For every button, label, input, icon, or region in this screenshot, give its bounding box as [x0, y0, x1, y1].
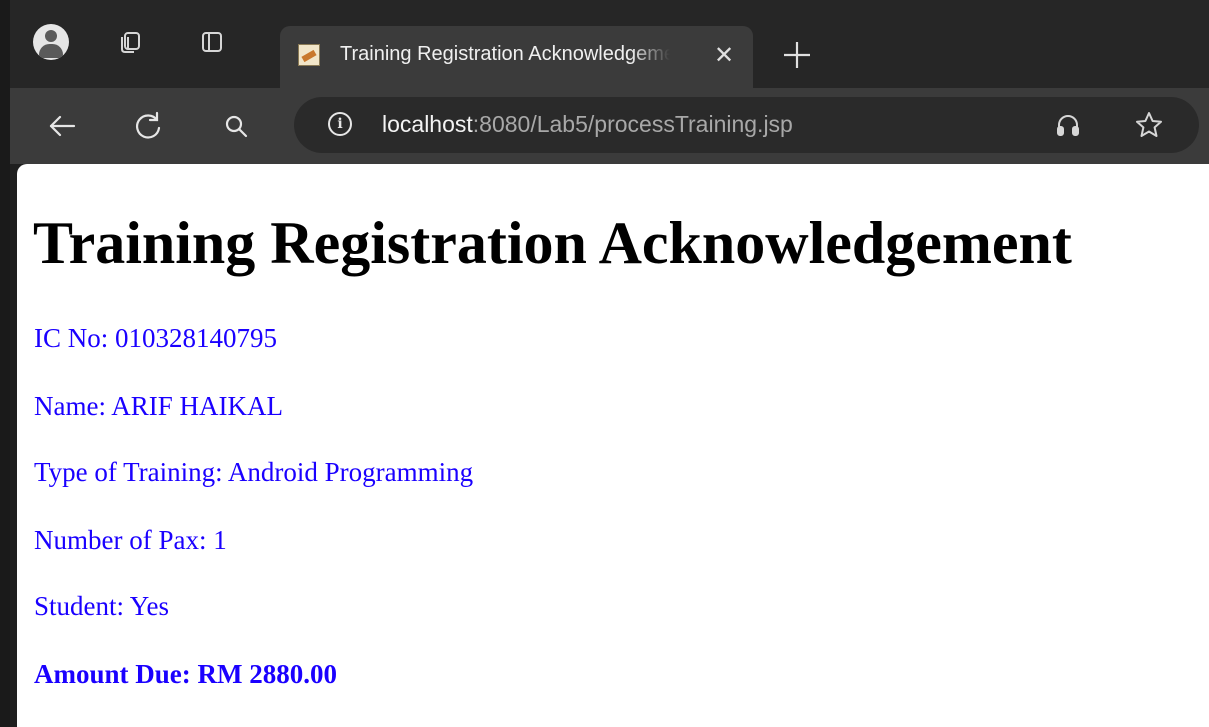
window-edge [0, 0, 10, 727]
browser-window: Training Registration Acknowledgement ✕ [0, 0, 1209, 727]
profile-avatar-icon[interactable] [30, 21, 72, 63]
amount-due-text: Amount Due: RM 2880.00 [34, 659, 337, 689]
tab-title: Training Registration Acknowledgement [340, 43, 670, 65]
address-url[interactable]: localhost:8080/Lab5/processTraining.jsp [382, 111, 793, 138]
tab-close-icon[interactable]: ✕ [710, 42, 738, 70]
vertical-tabs-icon[interactable] [194, 24, 230, 60]
url-path: :8080/Lab5/processTraining.jsp [472, 111, 793, 137]
tab-strip: Training Registration Acknowledgement ✕ [10, 0, 1209, 88]
student-status-text: Student: Yes [34, 591, 170, 621]
new-tab-plus-icon[interactable] [780, 38, 814, 72]
search-icon[interactable] [218, 108, 254, 144]
tab-training-registration[interactable]: Training Registration Acknowledgement ✕ [280, 26, 753, 88]
reload-icon[interactable] [130, 108, 166, 144]
workspaces-icon[interactable] [112, 24, 148, 60]
pax-count-text: Number of Pax: 1 [34, 525, 227, 555]
page-heading: Training Registration Acknowledgement [33, 210, 1072, 276]
read-aloud-icon[interactable] [1050, 107, 1086, 143]
address-bar[interactable]: i localhost:8080/Lab5/processTraining.js… [294, 97, 1199, 153]
back-arrow-icon[interactable] [44, 108, 80, 144]
ic-number-text: IC No: 010328140795 [34, 323, 277, 353]
training-type-text: Type of Training: Android Programming [34, 457, 474, 487]
page-content: Training Registration Acknowledgement IC… [17, 164, 1209, 727]
url-host: localhost [382, 111, 473, 137]
site-info-icon[interactable]: i [328, 112, 352, 136]
navigation-toolbar: i localhost:8080/Lab5/processTraining.js… [10, 88, 1209, 164]
favorite-star-icon[interactable] [1131, 107, 1167, 143]
name-text: Name: ARIF HAIKAL [34, 391, 283, 421]
tomcat-favicon-icon [298, 44, 320, 66]
